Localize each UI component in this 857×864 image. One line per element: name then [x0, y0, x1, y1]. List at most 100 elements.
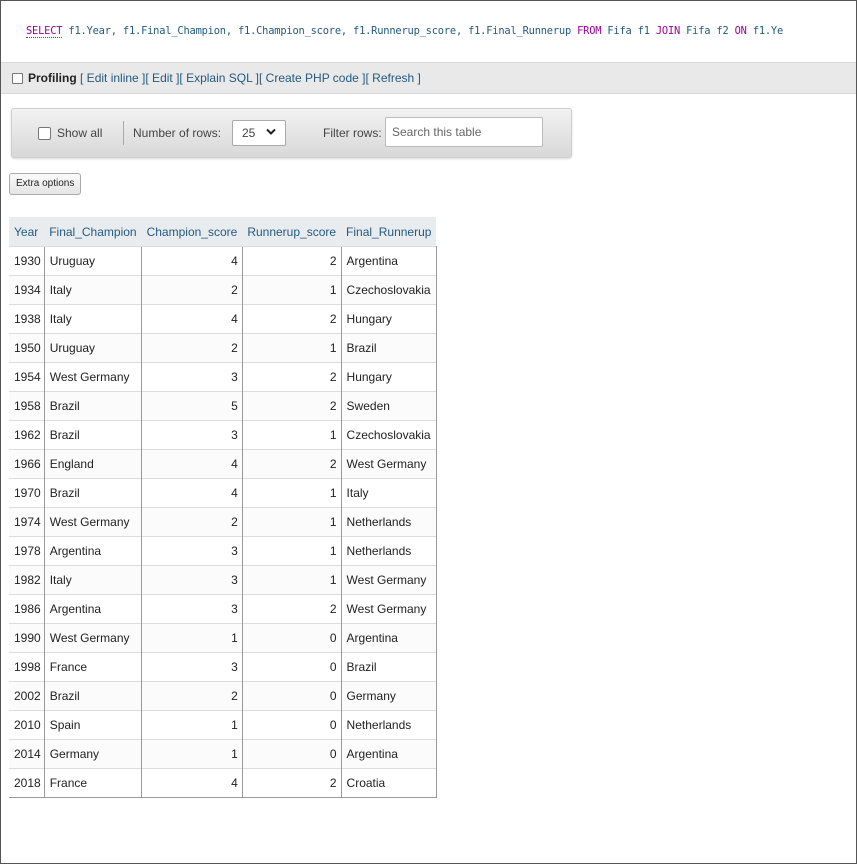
- cell-runnerup-score[interactable]: 1: [241, 536, 342, 566]
- cell-runnerup-score[interactable]: 1: [241, 507, 342, 537]
- cell-champion-score[interactable]: 5: [141, 391, 243, 421]
- table-row[interactable]: 1990 West Germany 1 0 Argentina: [9, 623, 437, 653]
- table-row[interactable]: 1962 Brazil 3 1 Czechoslovakia: [9, 420, 437, 450]
- cell-year[interactable]: 1950: [9, 333, 45, 363]
- cell-year[interactable]: 1970: [9, 478, 45, 508]
- table-row[interactable]: 1934 Italy 2 1 Czechoslovakia: [9, 275, 437, 305]
- cell-runnerup-score[interactable]: 0: [241, 681, 342, 711]
- cell-runnerup-score[interactable]: 2: [241, 594, 342, 624]
- cell-runnerup-score[interactable]: 2: [241, 304, 342, 334]
- column-header-champion-score[interactable]: Champion_score: [141, 217, 243, 247]
- cell-year[interactable]: 2002: [9, 681, 45, 711]
- cell-champion-score[interactable]: 4: [141, 478, 243, 508]
- cell-final-runnerup[interactable]: Sweden: [340, 391, 437, 421]
- column-header-final-runnerup[interactable]: Final_Runnerup: [341, 217, 437, 247]
- cell-final-champion[interactable]: Brazil: [43, 420, 142, 450]
- cell-runnerup-score[interactable]: 2: [241, 449, 342, 479]
- cell-runnerup-score[interactable]: 2: [241, 362, 342, 392]
- table-row[interactable]: 1954 West Germany 3 2 Hungary: [9, 362, 437, 392]
- column-header-year[interactable]: Year: [9, 217, 45, 247]
- cell-year[interactable]: 1938: [9, 304, 45, 334]
- cell-year[interactable]: 1966: [9, 449, 45, 479]
- table-row[interactable]: 2002 Brazil 2 0 Germany: [9, 681, 437, 711]
- table-row[interactable]: 1966 England 4 2 West Germany: [9, 449, 437, 479]
- cell-champion-score[interactable]: 3: [141, 420, 243, 450]
- cell-final-champion[interactable]: Uruguay: [43, 246, 142, 276]
- cell-final-runnerup[interactable]: Czechoslovakia: [340, 420, 437, 450]
- cell-champion-score[interactable]: 1: [141, 739, 243, 769]
- cell-final-runnerup[interactable]: Germany: [340, 681, 437, 711]
- cell-runnerup-score[interactable]: 2: [241, 246, 342, 276]
- cell-final-champion[interactable]: England: [43, 449, 142, 479]
- cell-year[interactable]: 1986: [9, 594, 45, 624]
- table-row[interactable]: 1982 Italy 3 1 West Germany: [9, 565, 437, 595]
- cell-final-champion[interactable]: Uruguay: [43, 333, 142, 363]
- rows-per-page-select[interactable]: 25: [232, 120, 286, 146]
- cell-runnerup-score[interactable]: 0: [241, 739, 342, 769]
- cell-champion-score[interactable]: 2: [141, 275, 243, 305]
- cell-final-runnerup[interactable]: Italy: [340, 478, 437, 508]
- table-row[interactable]: 2014 Germany 1 0 Argentina: [9, 739, 437, 769]
- cell-final-champion[interactable]: West Germany: [43, 507, 142, 537]
- cell-champion-score[interactable]: 4: [141, 246, 243, 276]
- cell-year[interactable]: 1958: [9, 391, 45, 421]
- cell-final-runnerup[interactable]: Hungary: [340, 304, 437, 334]
- edit-inline-link[interactable]: [ Edit inline ]: [80, 71, 145, 85]
- cell-final-champion[interactable]: West Germany: [43, 623, 142, 653]
- table-row[interactable]: 1978 Argentina 3 1 Netherlands: [9, 536, 437, 566]
- cell-champion-score[interactable]: 2: [141, 681, 243, 711]
- cell-final-runnerup[interactable]: Croatia: [340, 768, 437, 798]
- cell-runnerup-score[interactable]: 0: [241, 710, 342, 740]
- cell-runnerup-score[interactable]: 1: [241, 275, 342, 305]
- cell-final-champion[interactable]: Italy: [43, 304, 142, 334]
- cell-final-champion[interactable]: Italy: [43, 565, 142, 595]
- cell-final-champion[interactable]: France: [43, 768, 142, 798]
- cell-champion-score[interactable]: 3: [141, 565, 243, 595]
- cell-final-runnerup[interactable]: West Germany: [340, 565, 437, 595]
- cell-final-champion[interactable]: Argentina: [43, 536, 142, 566]
- cell-final-runnerup[interactable]: Argentina: [340, 623, 437, 653]
- cell-year[interactable]: 2014: [9, 739, 45, 769]
- cell-final-runnerup[interactable]: Netherlands: [340, 507, 437, 537]
- table-row[interactable]: 1974 West Germany 2 1 Netherlands: [9, 507, 437, 537]
- cell-champion-score[interactable]: 2: [141, 507, 243, 537]
- create-php-code-link[interactable]: [ Create PHP code ]: [259, 71, 366, 85]
- cell-final-champion[interactable]: Spain: [43, 710, 142, 740]
- search-table-input[interactable]: [385, 117, 543, 147]
- cell-final-runnerup[interactable]: West Germany: [340, 594, 437, 624]
- cell-champion-score[interactable]: 4: [141, 304, 243, 334]
- sql-query-text[interactable]: SELECT f1.Year, f1.Final_Champion, f1.Ch…: [26, 25, 783, 38]
- cell-final-champion[interactable]: Germany: [43, 739, 142, 769]
- cell-year[interactable]: 1954: [9, 362, 45, 392]
- cell-year[interactable]: 1974: [9, 507, 45, 537]
- table-row[interactable]: 2010 Spain 1 0 Netherlands: [9, 710, 437, 740]
- cell-final-runnerup[interactable]: Hungary: [340, 362, 437, 392]
- cell-final-runnerup[interactable]: Netherlands: [340, 536, 437, 566]
- cell-runnerup-score[interactable]: 2: [241, 768, 342, 798]
- table-row[interactable]: 1938 Italy 4 2 Hungary: [9, 304, 437, 334]
- table-row[interactable]: 1930 Uruguay 4 2 Argentina: [9, 246, 437, 276]
- column-header-runnerup-score[interactable]: Runnerup_score: [242, 217, 342, 247]
- cell-final-runnerup[interactable]: Brazil: [340, 652, 437, 682]
- refresh-link[interactable]: [ Refresh ]: [366, 71, 421, 85]
- cell-final-runnerup[interactable]: Czechoslovakia: [340, 275, 437, 305]
- cell-champion-score[interactable]: 4: [141, 768, 243, 798]
- cell-year[interactable]: 1934: [9, 275, 45, 305]
- table-row[interactable]: 1998 France 3 0 Brazil: [9, 652, 437, 682]
- cell-year[interactable]: 1962: [9, 420, 45, 450]
- cell-runnerup-score[interactable]: 1: [241, 420, 342, 450]
- cell-champion-score[interactable]: 1: [141, 710, 243, 740]
- edit-link[interactable]: [ Edit ]: [145, 71, 179, 85]
- profiling-checkbox[interactable]: [12, 73, 23, 84]
- cell-runnerup-score[interactable]: 1: [241, 333, 342, 363]
- cell-final-runnerup[interactable]: Netherlands: [340, 710, 437, 740]
- cell-final-champion[interactable]: Argentina: [43, 594, 142, 624]
- cell-final-champion[interactable]: West Germany: [43, 362, 142, 392]
- cell-runnerup-score[interactable]: 1: [241, 478, 342, 508]
- cell-champion-score[interactable]: 3: [141, 594, 243, 624]
- cell-champion-score[interactable]: 4: [141, 449, 243, 479]
- cell-final-runnerup[interactable]: Argentina: [340, 246, 437, 276]
- table-row[interactable]: 1950 Uruguay 2 1 Brazil: [9, 333, 437, 363]
- cell-runnerup-score[interactable]: 1: [241, 565, 342, 595]
- cell-year[interactable]: 1982: [9, 565, 45, 595]
